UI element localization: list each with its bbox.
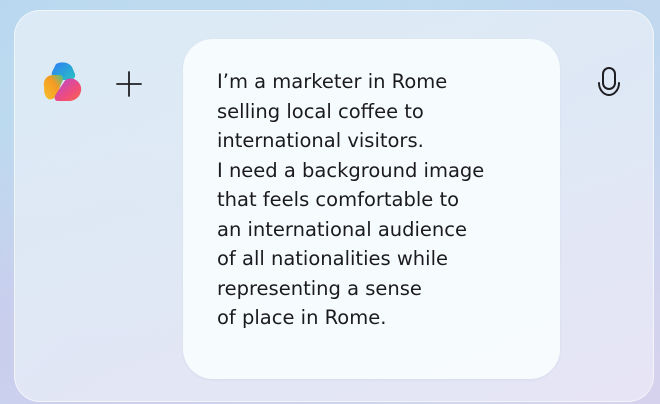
plus-icon (116, 71, 142, 97)
microphone-icon (598, 67, 620, 97)
message-line: selling local coffee to (217, 99, 424, 123)
message-line: I need a background image (217, 158, 485, 182)
message-line: that feels comfortable to (217, 188, 460, 211)
message-text: I’m a marketer in Rome selling local cof… (217, 67, 540, 333)
add-button[interactable] (113, 68, 145, 100)
microphone-button[interactable] (594, 65, 624, 101)
message-line: of all nationalities while (217, 247, 448, 270)
message-line: international visitors. (217, 129, 424, 152)
message-line: representing a sense (217, 276, 422, 300)
copilot-logo-icon (40, 60, 86, 104)
message-line: an international audience (217, 217, 468, 241)
message-line: I’m a marketer in Rome (217, 70, 448, 93)
message-bubble[interactable]: I’m a marketer in Rome selling local cof… (183, 39, 560, 379)
message-line: of place in Rome. (217, 306, 387, 329)
